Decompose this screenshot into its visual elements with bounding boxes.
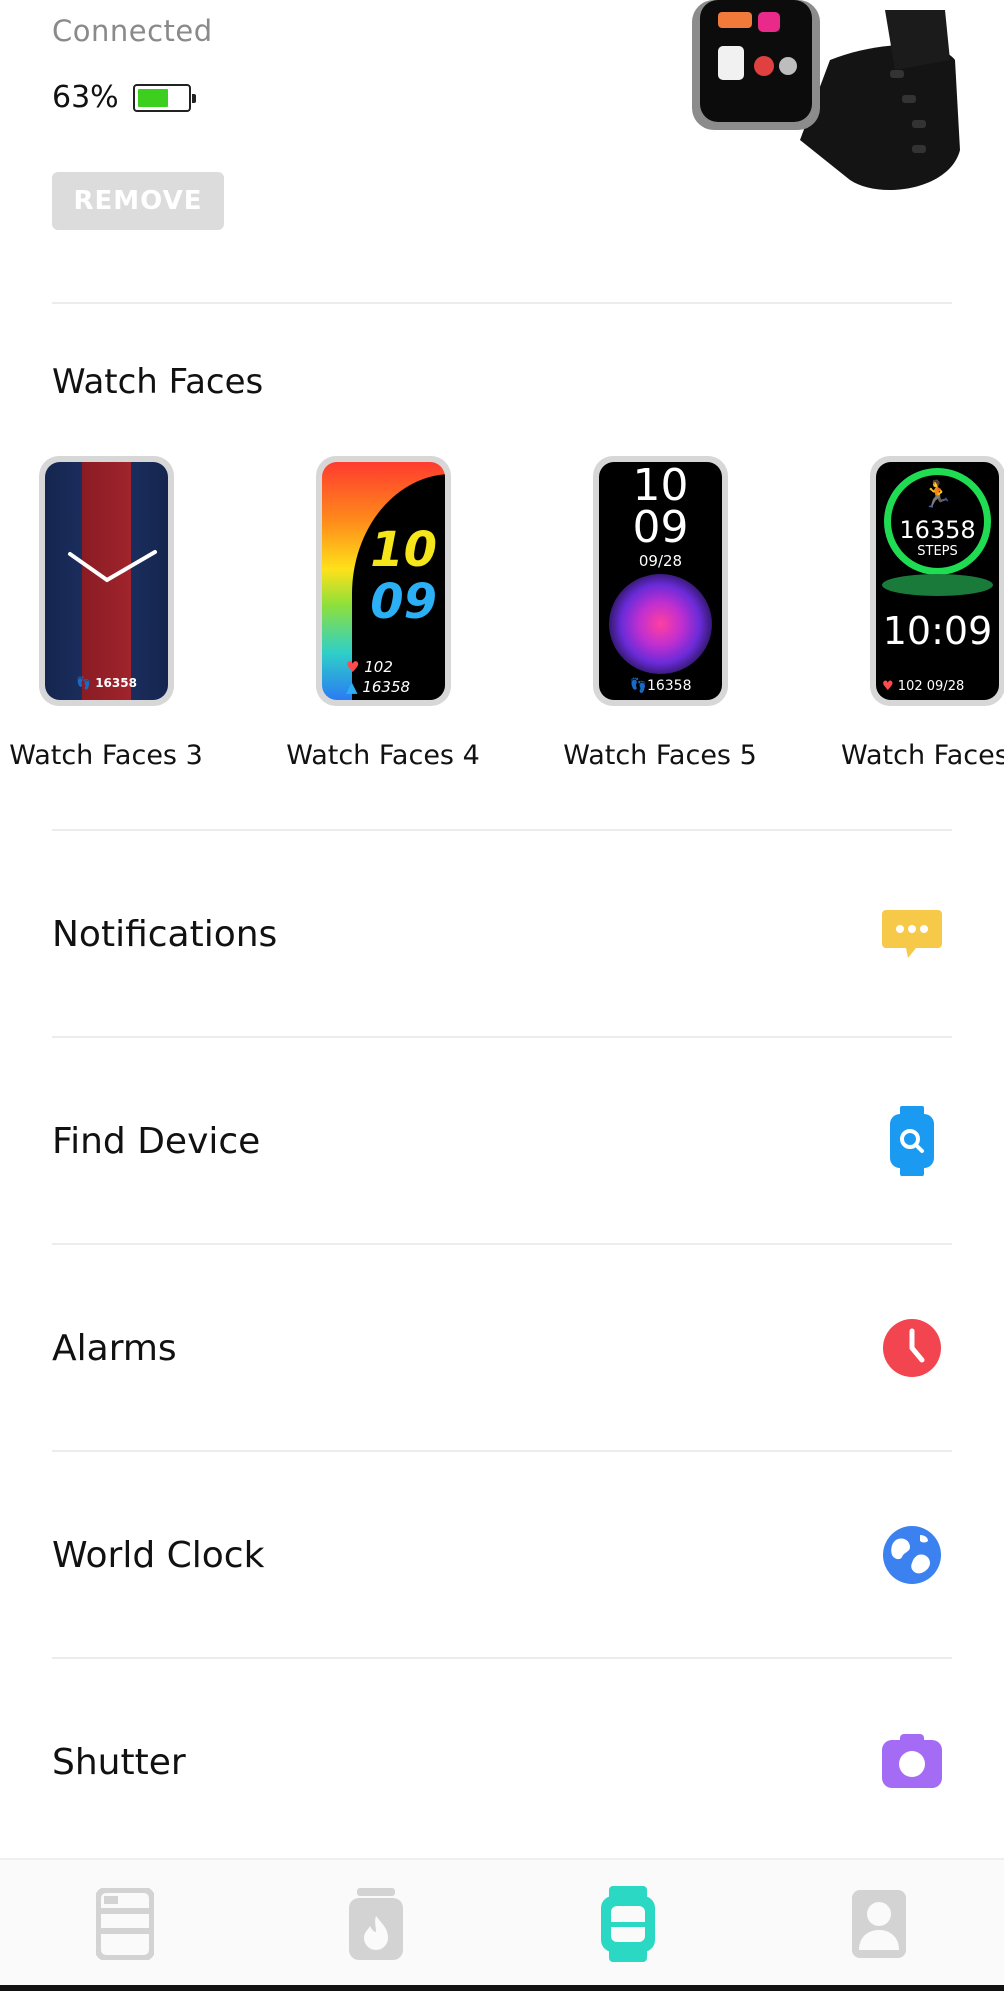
find-watch-icon (882, 1106, 942, 1176)
menu-item-label: World Clock (52, 1534, 265, 1576)
date-value: 09/28 (638, 552, 683, 570)
minute-value: 09 (632, 502, 689, 553)
steps-label: STEPS (917, 544, 958, 559)
watch-face-thumbnail[interactable]: 10 09 ♥ 102 ▲ 16358 (316, 456, 451, 706)
device-connection-status: Connected (52, 14, 213, 48)
watch-face-label: Watch Faces (841, 740, 1004, 771)
nav-item-dashboard[interactable] (93, 1886, 157, 1962)
steps-value: 16358 (95, 676, 137, 690)
date-value: 09/28 (926, 679, 965, 694)
battery-status: 63% (52, 80, 196, 115)
heart-icon: ♥ (882, 679, 894, 694)
time-value: 10:09 (882, 609, 993, 653)
bottom-navigation-bar (0, 1858, 1004, 1991)
smartwatch-image (692, 0, 960, 190)
running-icon: 🏃 (921, 480, 954, 510)
watch-faces-carousel[interactable]: 👣 16358 Watch Faces 3 10 09 ♥ 102 ▲ 1635… (0, 452, 1004, 782)
shoe-icon: ▲ (346, 678, 358, 696)
watch-face-thumbnail[interactable]: 10 09 09/28 👣16358 (593, 456, 728, 706)
menu-item-label: Notifications (52, 913, 278, 955)
person-icon (852, 1890, 906, 1958)
battery-icon (132, 83, 196, 112)
menu-item-notifications[interactable]: Notifications (52, 831, 952, 1037)
menu-item-label: Alarms (52, 1327, 177, 1369)
minute-value: 09 (370, 574, 437, 630)
watch-face-thumbnail[interactable]: 🏃 16358 STEPS 10:09 ♥ 102 09/28 (870, 456, 1004, 706)
steps-value: 16358 (899, 516, 976, 544)
heart-icon: ♥ (346, 658, 360, 676)
menu-item-find-device[interactable]: Find Device (52, 1038, 952, 1244)
nav-item-device[interactable] (596, 1886, 660, 1962)
menu-item-alarms[interactable]: Alarms (52, 1245, 952, 1451)
watch-face-label: Watch Faces 4 (286, 740, 480, 771)
remove-device-button[interactable]: REMOVE (52, 172, 224, 230)
watch-face-label: Watch Faces 5 (563, 740, 757, 771)
flame-icon (349, 1888, 403, 1960)
nav-item-profile[interactable] (847, 1886, 911, 1962)
heart-rate-value: 102 (897, 679, 923, 694)
footsteps-icon: 👣 (629, 678, 647, 694)
battery-level-fill (137, 88, 168, 107)
menu-item-world-clock[interactable]: World Clock (52, 1452, 952, 1658)
flower-image (609, 574, 712, 674)
footsteps-icon: 👣 (76, 676, 91, 690)
home-indicator-bar (0, 1985, 1004, 1991)
clock-hands-icon (68, 550, 157, 582)
steps-value: 16358 (362, 678, 411, 696)
watch-face-thumbnail[interactable]: 👣 16358 (39, 456, 174, 706)
watch-icon (601, 1886, 655, 1962)
divider (52, 302, 952, 304)
nav-item-workout[interactable] (344, 1886, 408, 1962)
menu-item-label: Find Device (52, 1120, 261, 1162)
menu-item-shutter[interactable]: Shutter (52, 1659, 952, 1865)
watch-face-label: Watch Faces 3 (9, 740, 203, 771)
heart-rate-value: 102 (364, 658, 393, 676)
alarm-clock-icon (882, 1318, 942, 1378)
chat-bubble-icon (882, 904, 942, 964)
camera-icon (882, 1732, 942, 1792)
battery-percentage: 63% (52, 80, 119, 115)
globe-icon (882, 1525, 942, 1585)
dashboard-icon (96, 1888, 154, 1960)
watch-faces-title: Watch Faces (52, 362, 264, 402)
hour-value: 10 (370, 522, 437, 578)
menu-item-label: Shutter (52, 1741, 186, 1783)
steps-value: 16358 (646, 678, 692, 694)
